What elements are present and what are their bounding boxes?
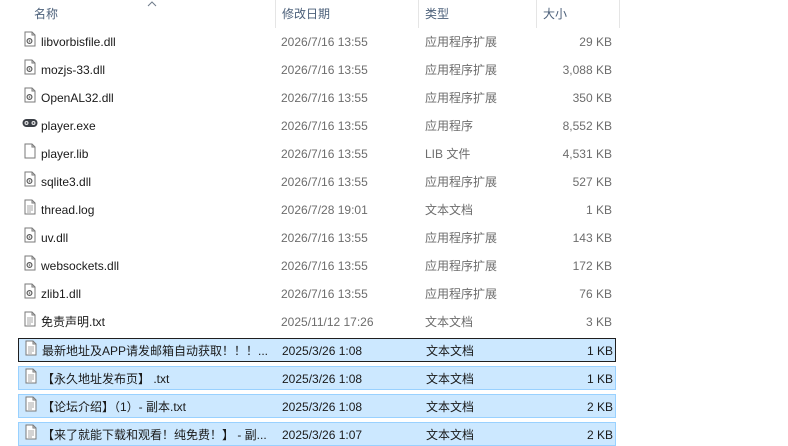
- file-row[interactable]: 【永久地址发布页】 .txt 2025/3/26 1:08 文本文档 1 KB: [18, 366, 616, 390]
- text-file-icon: [22, 199, 38, 215]
- file-date: 2026/7/16 13:55: [281, 231, 368, 245]
- file-name: 【永久地址发布页】 .txt: [42, 372, 170, 386]
- file-size: 1 KB: [586, 372, 613, 386]
- file-date: 2025/3/26 1:08: [282, 400, 363, 414]
- file-row[interactable]: thread.log 2026/7/28 19:01 文本文档 1 KB: [18, 198, 616, 222]
- file-type: 应用程序扩展: [425, 259, 498, 273]
- file-date: 2026/7/28 19:01: [281, 203, 368, 217]
- column-divider[interactable]: [619, 0, 620, 28]
- dll-file-icon: [22, 227, 38, 243]
- file-size: 4,531 KB: [562, 147, 612, 161]
- file-name: uv.dll: [41, 231, 69, 245]
- text-file-icon: [23, 340, 39, 356]
- file-size: 172 KB: [572, 259, 612, 273]
- file-type: 文本文档: [426, 344, 475, 358]
- file-date: 2025/3/26 1:08: [282, 344, 363, 358]
- file-row[interactable]: libvorbisfile.dll 2026/7/16 13:55 应用程序扩展 29…: [18, 30, 616, 54]
- file-date: 2025/3/26 1:08: [282, 372, 363, 386]
- file-date: 2026/7/16 13:55: [281, 63, 368, 77]
- file-row[interactable]: sqlite3.dll 2026/7/16 13:55 应用程序扩展 527 KB: [18, 170, 616, 194]
- text-file-icon: [23, 424, 39, 440]
- file-name: mozjs-33.dll: [41, 63, 106, 77]
- file-name: libvorbisfile.dll: [41, 35, 116, 49]
- file-name: 最新地址及APP请发邮箱自动获取！！！...: [42, 344, 269, 358]
- dll-file-icon: [22, 255, 38, 271]
- file-name: websockets.dll: [41, 259, 120, 273]
- file-type: 应用程序扩展: [425, 231, 498, 245]
- dll-file-icon: [22, 31, 38, 47]
- file-size: 3,088 KB: [562, 63, 612, 77]
- text-file-icon: [23, 396, 39, 412]
- column-header-type[interactable]: 类型: [419, 0, 535, 28]
- file-type: 应用程序扩展: [425, 35, 498, 49]
- file-size: 8,552 KB: [562, 119, 612, 133]
- file-name: zlib1.dll: [41, 287, 82, 301]
- text-file-icon: [23, 368, 39, 384]
- file-row[interactable]: 免责声明.txt 2025/11/12 17:26 文本文档 3 KB: [18, 310, 616, 334]
- file-type: 应用程序扩展: [425, 175, 498, 189]
- file-row[interactable]: player.exe 2026/7/16 13:55 应用程序 8,552 KB: [18, 114, 616, 138]
- file-row[interactable]: zlib1.dll 2026/7/16 13:55 应用程序扩展 76 KB: [18, 282, 616, 306]
- file-size: 2 KB: [586, 400, 613, 414]
- file-type: 应用程序扩展: [425, 287, 498, 301]
- file-row[interactable]: mozjs-33.dll 2026/7/16 13:55 应用程序扩展 3,088 K…: [18, 58, 616, 82]
- file-name: player.exe: [41, 119, 96, 133]
- file-row[interactable]: 【来了就能下载和观看！纯免费！】 - 副... 2025/3/26 1:07 文本文…: [18, 422, 616, 446]
- file-name: 【论坛介绍】（1）- 副本.txt: [42, 400, 187, 414]
- text-file-icon: [22, 311, 38, 327]
- gamepad-exe-icon: [22, 115, 38, 131]
- file-date: 2026/7/16 13:55: [281, 35, 368, 49]
- file-type: 文本文档: [425, 315, 474, 329]
- file-name: OpenAL32.dll: [41, 91, 114, 105]
- file-size: 1 KB: [586, 344, 613, 358]
- file-name: 免责声明.txt: [41, 315, 106, 329]
- file-size: 527 KB: [572, 175, 612, 189]
- dll-file-icon: [22, 87, 38, 103]
- file-type: 文本文档: [426, 428, 475, 442]
- file-type: LIB 文件: [425, 147, 471, 161]
- file-date: 2025/11/12 17:26: [281, 315, 374, 329]
- column-header-date[interactable]: 修改日期: [276, 0, 418, 28]
- file-row[interactable]: 【论坛介绍】（1）- 副本.txt 2025/3/26 1:08 文本文档 2 KB: [18, 394, 616, 418]
- file-name: player.lib: [41, 147, 89, 161]
- file-type: 应用程序扩展: [425, 91, 498, 105]
- file-row[interactable]: uv.dll 2026/7/16 13:55 应用程序扩展 143 KB: [18, 226, 616, 250]
- file-size: 76 KB: [579, 287, 612, 301]
- file-date: 2025/3/26 1:07: [282, 428, 363, 442]
- file-type: 应用程序扩展: [425, 63, 498, 77]
- column-header: 名称 修改日期 类型 大小: [0, 0, 788, 28]
- file-date: 2026/7/16 13:55: [281, 91, 368, 105]
- file-date: 2026/7/16 13:55: [281, 147, 368, 161]
- blank-file-icon: [22, 143, 38, 159]
- file-size: 1 KB: [585, 203, 612, 217]
- dll-file-icon: [22, 283, 38, 299]
- column-header-name[interactable]: 名称: [28, 0, 274, 28]
- file-date: 2026/7/16 13:55: [281, 259, 368, 273]
- file-row[interactable]: player.lib 2026/7/16 13:55 LIB 文件 4,531 KB: [18, 142, 616, 166]
- file-type: 文本文档: [426, 400, 475, 414]
- file-date: 2026/7/16 13:55: [281, 287, 368, 301]
- file-type: 文本文档: [425, 203, 474, 217]
- file-size: 29 KB: [579, 35, 612, 49]
- dll-file-icon: [22, 171, 38, 187]
- file-date: 2026/7/16 13:55: [281, 175, 368, 189]
- file-size: 3 KB: [585, 315, 612, 329]
- file-size: 2 KB: [586, 428, 613, 442]
- file-row[interactable]: 最新地址及APP请发邮箱自动获取！！！... 2025/3/26 1:08 文本文档…: [18, 338, 616, 362]
- file-row[interactable]: websockets.dll 2026/7/16 13:55 应用程序扩展 172 K…: [18, 254, 616, 278]
- dll-file-icon: [22, 59, 38, 75]
- file-name: thread.log: [41, 203, 95, 217]
- file-type: 文本文档: [426, 372, 475, 386]
- file-name: 【来了就能下载和观看！纯免费！】 - 副...: [42, 428, 267, 442]
- file-row[interactable]: OpenAL32.dll 2026/7/16 13:55 应用程序扩展 350 KB: [18, 86, 616, 110]
- file-name: sqlite3.dll: [41, 175, 92, 189]
- file-size: 143 KB: [572, 231, 612, 245]
- column-header-size[interactable]: 大小: [537, 0, 619, 28]
- file-date: 2026/7/16 13:55: [281, 119, 368, 133]
- file-type: 应用程序: [425, 119, 474, 133]
- file-size: 350 KB: [572, 91, 612, 105]
